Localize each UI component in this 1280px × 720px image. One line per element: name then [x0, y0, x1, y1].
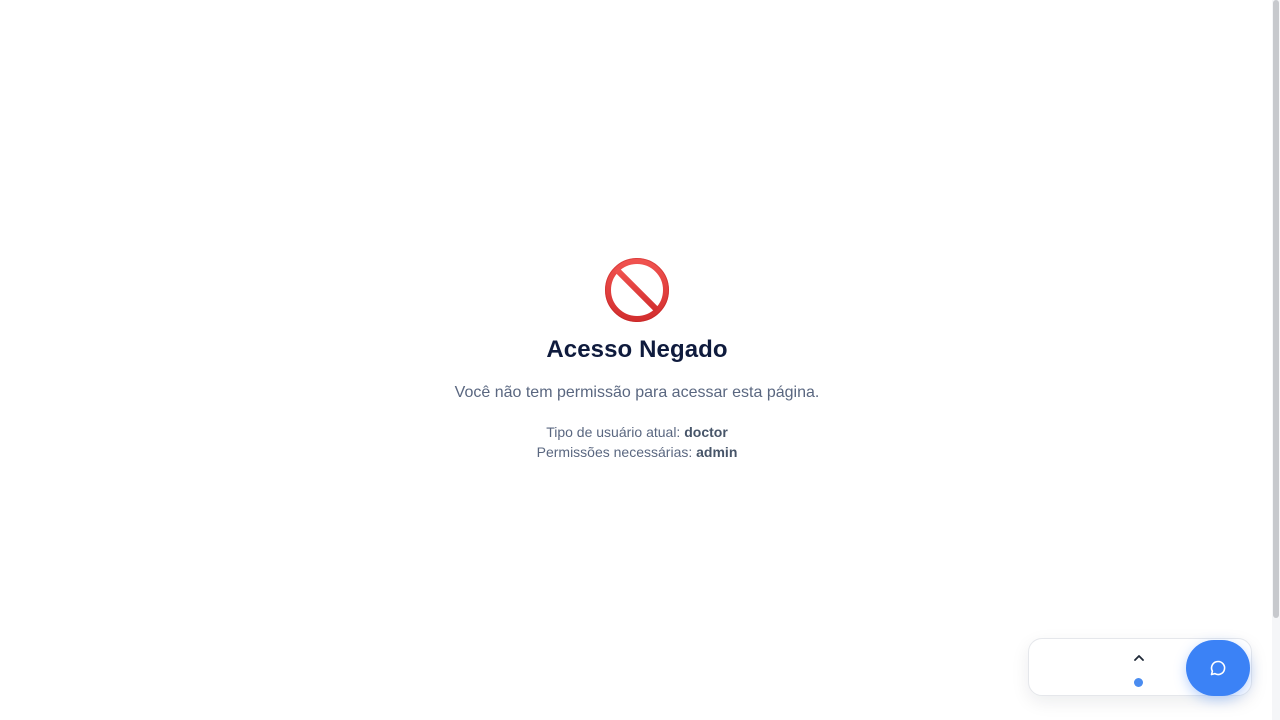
permission-info: Tipo de usuário atual: doctor Permissões…	[0, 422, 1274, 462]
access-denied-content: Acesso Negado Você não tem permissão par…	[0, 256, 1274, 462]
permissions-label: Permissões necessárias:	[536, 444, 693, 460]
error-message: Você não tem permissão para acessar esta…	[454, 384, 820, 401]
page-title: Acesso Negado	[546, 336, 728, 363]
access-denied-page: Acesso Negado Você não tem permissão par…	[0, 0, 1280, 720]
chat-bubble-icon	[1210, 660, 1226, 676]
chat-button[interactable]	[1186, 640, 1250, 696]
status-indicator-dot	[1134, 678, 1143, 687]
user-type-label: Tipo de usuário atual:	[546, 424, 681, 440]
permissions-line: Permissões necessárias: admin	[0, 442, 1274, 462]
scrollbar[interactable]	[1272, 0, 1280, 720]
permissions-value: admin	[696, 444, 738, 460]
user-type-value: doctor	[684, 424, 728, 440]
user-type-line: Tipo de usuário atual: doctor	[0, 422, 1274, 442]
chevron-up-icon[interactable]	[1131, 650, 1147, 666]
prohibited-icon	[605, 258, 669, 322]
scrollbar-thumb[interactable]	[1273, 0, 1279, 618]
